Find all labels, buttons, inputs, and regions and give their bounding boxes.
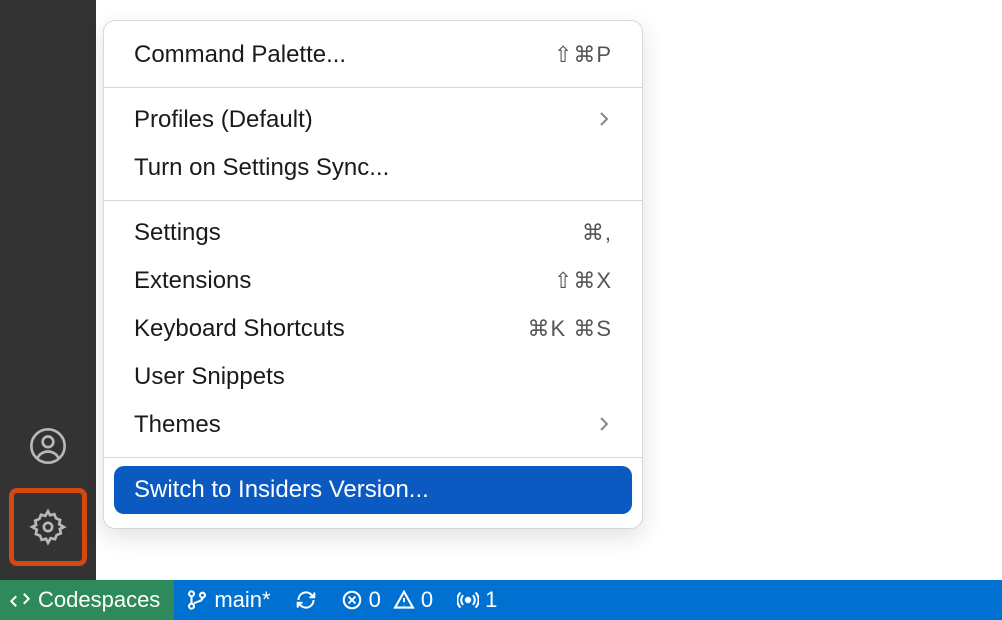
menu-separator — [104, 200, 642, 201]
remote-icon — [10, 590, 30, 610]
manage-context-menu: Command Palette... ⇧⌘P Profiles (Default… — [103, 20, 643, 529]
menu-item-settings-sync[interactable]: Turn on Settings Sync... — [104, 144, 642, 192]
menu-shortcut: ⌘K ⌘S — [528, 316, 612, 342]
manage-gear-highlight — [9, 488, 87, 566]
menu-item-themes[interactable]: Themes — [104, 401, 642, 449]
status-branch[interactable]: main* — [174, 580, 282, 620]
chevron-right-icon — [596, 106, 612, 134]
menu-shortcut: ⇧⌘X — [554, 268, 612, 294]
menu-item-command-palette[interactable]: Command Palette... ⇧⌘P — [104, 31, 642, 79]
menu-label: Extensions — [134, 267, 251, 295]
status-codespaces-label: Codespaces — [38, 587, 160, 613]
status-bar: Codespaces main* 0 0 1 — [0, 580, 1002, 620]
warning-icon — [393, 589, 415, 611]
gear-icon[interactable] — [20, 499, 76, 555]
broadcast-icon — [457, 589, 479, 611]
menu-item-switch-insiders[interactable]: Switch to Insiders Version... — [114, 466, 632, 514]
status-warnings-count: 0 — [421, 587, 433, 613]
menu-label: Keyboard Shortcuts — [134, 315, 345, 343]
menu-label: Themes — [134, 411, 221, 439]
menu-shortcut: ⇧⌘P — [554, 42, 612, 68]
git-branch-icon — [186, 589, 208, 611]
menu-separator — [104, 87, 642, 88]
menu-item-profiles[interactable]: Profiles (Default) — [104, 96, 642, 144]
status-problems[interactable]: 0 0 — [329, 580, 446, 620]
menu-item-keyboard-shortcuts[interactable]: Keyboard Shortcuts ⌘K ⌘S — [104, 305, 642, 353]
menu-label: Command Palette... — [134, 41, 346, 69]
status-branch-label: main* — [214, 587, 270, 613]
sync-icon — [295, 589, 317, 611]
activity-bar — [0, 0, 96, 580]
menu-separator — [104, 457, 642, 458]
menu-label: Turn on Settings Sync... — [134, 154, 389, 182]
menu-label: User Snippets — [134, 363, 285, 391]
status-codespaces[interactable]: Codespaces — [0, 580, 174, 620]
status-ports-count: 1 — [485, 587, 497, 613]
menu-item-extensions[interactable]: Extensions ⇧⌘X — [104, 257, 642, 305]
error-icon — [341, 589, 363, 611]
menu-item-settings[interactable]: Settings ⌘, — [104, 209, 642, 257]
menu-shortcut: ⌘, — [582, 220, 612, 246]
menu-label: Profiles (Default) — [134, 106, 313, 134]
menu-label: Settings — [134, 219, 221, 247]
menu-label: Switch to Insiders Version... — [134, 476, 429, 504]
status-sync[interactable] — [283, 580, 329, 620]
menu-item-user-snippets[interactable]: User Snippets — [104, 353, 642, 401]
status-errors-count: 0 — [369, 587, 381, 613]
status-ports[interactable]: 1 — [445, 580, 509, 620]
accounts-icon[interactable] — [20, 418, 76, 474]
chevron-right-icon — [596, 411, 612, 439]
